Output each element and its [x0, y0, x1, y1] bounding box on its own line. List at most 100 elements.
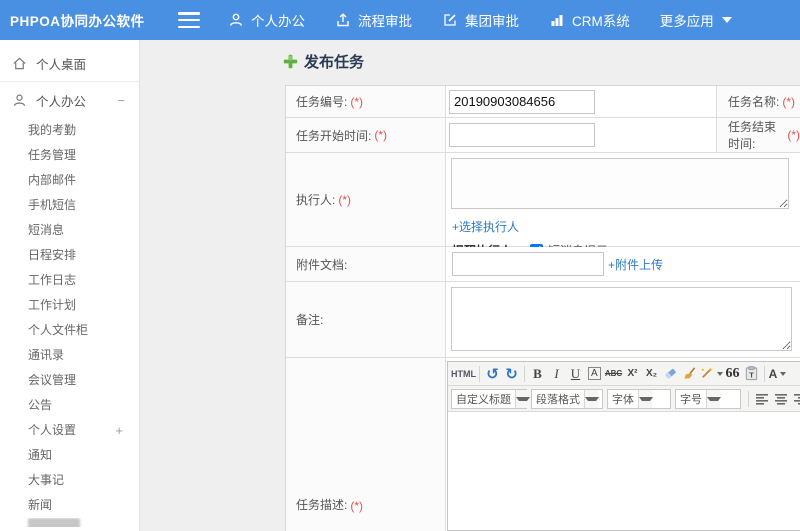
caret-down-icon [584, 389, 599, 408]
sidebar-item-work-log[interactable]: 工作日志 [0, 268, 139, 293]
expand-plus-icon[interactable]: + [115, 418, 127, 443]
description-field-cell: HTML ↺ ↻ B I U A ABC X² X₂ 66 T A 自定义标题 … [446, 358, 800, 531]
sidebar-item-announcement[interactable]: 公告 [0, 393, 139, 418]
align-left-button[interactable] [752, 389, 771, 408]
blockquote-button[interactable]: 66 [723, 364, 742, 383]
edit-square-icon [444, 14, 456, 26]
sidebar-item-attendance[interactable]: 我的考勤 [0, 118, 139, 143]
required-mark: (*) [787, 128, 800, 142]
sidebar-item-work-plan[interactable]: 工作计划 [0, 293, 139, 318]
sidebar-item-internal-mail[interactable]: 内部邮件 [0, 168, 139, 193]
sidebar-submenu: 我的考勤 任务管理 内部邮件 手机短信 短消息 日程安排 工作日志 工作计划 个… [0, 118, 139, 527]
nav-personal-office[interactable]: 个人办公 [228, 10, 305, 30]
form-row-executor: 执行人:(*) +选择执行人 提醒执行人: 短消息提示 [286, 153, 800, 258]
rich-text-editor: HTML ↺ ↻ B I U A ABC X² X₂ 66 T A 自定义标题 … [447, 361, 800, 531]
sidebar-item-notice[interactable]: 通知 [0, 443, 139, 468]
task-number-input[interactable] [449, 89, 595, 114]
nav-label: 集团审批 [465, 14, 519, 29]
required-mark: (*) [350, 499, 364, 513]
sidebar-item-news[interactable]: 新闻 [0, 493, 139, 518]
approval-upload-icon [337, 13, 349, 27]
description-label: 任务描述: (*) [286, 358, 446, 531]
align-left-icon [755, 393, 768, 405]
sidebar-item-clipped[interactable] [0, 518, 139, 527]
required-mark: (*) [782, 94, 796, 109]
form-row-attachment: 附件文档: +附件上传 [286, 247, 800, 282]
task-number-label: 任务编号: (*) [286, 86, 446, 117]
executor-label: 执行人: (*) [286, 153, 446, 246]
editor-toolbar-row1: HTML ↺ ↻ B I U A ABC X² X₂ 66 T A [448, 362, 800, 386]
attachment-label: 附件文档: [286, 247, 446, 281]
user-icon [13, 94, 26, 106]
paste-text-button[interactable]: T [742, 364, 761, 383]
align-right-button[interactable] [790, 389, 800, 408]
editor-content-area[interactable] [448, 412, 800, 530]
redo-button[interactable]: ↻ [502, 364, 521, 383]
hamburger-menu-icon[interactable] [178, 12, 200, 28]
required-mark: (*) [350, 94, 364, 109]
sidebar-item-meeting-management[interactable]: 会议管理 [0, 368, 139, 393]
form-row-start-time: 任务开始时间: (*) 任务结束时间: (*) [286, 118, 800, 153]
font-family-dropdown[interactable]: 字体 [607, 388, 671, 409]
align-center-button[interactable] [771, 389, 790, 408]
home-icon [13, 57, 26, 69]
top-navigation: 个人办公 流程审批 集团审批 CRM系统 更多应用 [228, 10, 762, 30]
nav-label: 流程审批 [358, 14, 412, 29]
attachment-input[interactable] [452, 252, 604, 276]
autoformat-button[interactable] [699, 364, 723, 383]
attachment-field-cell: +附件上传 [446, 247, 800, 281]
eraser-icon [665, 368, 676, 379]
subscript-button[interactable]: X₂ [642, 364, 661, 383]
app-logo: PHPOA协同办公软件 [10, 14, 145, 29]
bar-chart-icon [551, 15, 563, 26]
sidebar-item-short-message[interactable]: 短消息 [0, 218, 139, 243]
executor-textarea[interactable] [451, 158, 789, 209]
sidebar-item-file-cabinet[interactable]: 个人文件柜 [0, 318, 139, 343]
strikethrough-button[interactable]: ABC [604, 364, 623, 383]
html-source-button[interactable]: HTML [451, 364, 476, 383]
required-mark: (*) [374, 128, 388, 142]
caret-down-icon [721, 17, 732, 23]
caret-down-icon [515, 389, 530, 408]
italic-button[interactable]: I [547, 364, 566, 383]
undo-button[interactable]: ↺ [483, 364, 502, 383]
page-title: 发布任务 [283, 51, 364, 72]
sidebar-divider [0, 81, 139, 82]
nav-label: CRM系统 [572, 14, 630, 29]
font-color-button[interactable]: A [768, 364, 787, 383]
align-right-icon [793, 393, 800, 405]
start-time-field-cell [446, 118, 717, 152]
nav-group-approval[interactable]: 集团审批 [442, 10, 519, 30]
superscript-button[interactable]: X² [623, 364, 642, 383]
caret-down-icon [780, 371, 787, 376]
remark-textarea[interactable] [451, 287, 792, 351]
sidebar-item-schedule[interactable]: 日程安排 [0, 243, 139, 268]
underline-button[interactable]: U [566, 364, 585, 383]
executor-field-cell: +选择执行人 提醒执行人: 短消息提示 [446, 153, 800, 258]
choose-executor-link[interactable]: +选择执行人 [452, 218, 800, 235]
nav-more-apps[interactable]: 更多应用 [660, 10, 732, 30]
font-size-dropdown[interactable]: 字号 [675, 388, 741, 409]
bold-button[interactable]: B [528, 364, 547, 383]
sidebar-item-task-management[interactable]: 任务管理 [0, 143, 139, 168]
nav-workflow-approval[interactable]: 流程审批 [335, 10, 412, 30]
sidebar-item-mobile-sms[interactable]: 手机短信 [0, 193, 139, 218]
nav-label: 更多应用 [659, 14, 714, 29]
caret-down-icon [638, 389, 653, 408]
sidebar-item-contacts[interactable]: 通讯录 [0, 343, 139, 368]
sidebar-item-personal-settings[interactable]: 个人设置 + [0, 418, 139, 443]
collapse-minus-icon[interactable]: − [117, 93, 129, 108]
nav-crm-system[interactable]: CRM系统 [549, 10, 630, 30]
paragraph-format-dropdown[interactable]: 段落格式 [531, 388, 603, 409]
sidebar-item-desktop[interactable]: 个人桌面 [0, 48, 139, 73]
form-row-task-number: 任务编号:(*) 任务名称:(*) [286, 86, 800, 118]
format-brush-button[interactable] [680, 364, 699, 383]
start-time-input[interactable] [449, 123, 595, 147]
font-background-button[interactable]: A [588, 367, 601, 380]
remark-field-cell [446, 282, 800, 357]
attachment-upload-link[interactable]: +附件上传 [608, 256, 663, 273]
custom-title-dropdown[interactable]: 自定义标题 [451, 388, 530, 409]
eraser-button[interactable] [661, 364, 680, 383]
sidebar-item-memorabilia[interactable]: 大事记 [0, 468, 139, 493]
sidebar-section-personal-office[interactable]: 个人办公 − [0, 88, 139, 112]
